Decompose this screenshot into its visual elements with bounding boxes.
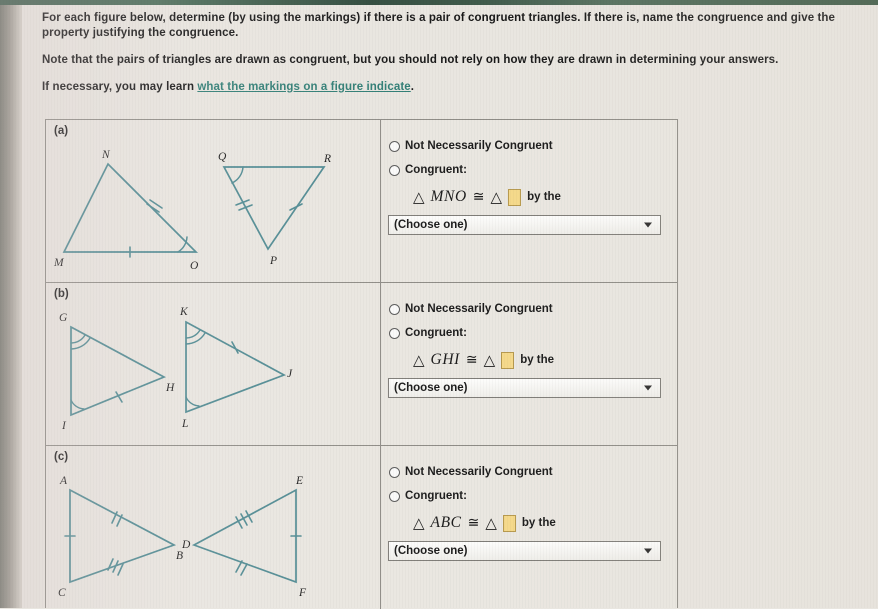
vertex-label-M: M xyxy=(53,257,65,269)
option-congruent-b[interactable]: Congruent: xyxy=(389,327,677,339)
figure-a-diagram: M N O Q R P xyxy=(53,149,331,272)
option-congruent-c[interactable]: Congruent: xyxy=(389,490,677,502)
vertex-label-F: F xyxy=(298,587,307,599)
congruence-statement-c: △ ABC ≅ △ by the xyxy=(413,514,677,532)
vertex-label-I: I xyxy=(61,420,67,432)
instruction-suffix: . xyxy=(410,81,415,93)
triangle-ghi-outline xyxy=(70,325,166,417)
figure-b-diagram: G H I K J L xyxy=(59,306,293,432)
by-the-label-c: by the xyxy=(521,517,556,529)
radio-not-congruent-c[interactable] xyxy=(389,466,400,478)
radio-congruent-c[interactable] xyxy=(389,490,400,502)
chevron-down-icon xyxy=(644,548,652,554)
window-left-strip xyxy=(0,0,22,608)
property-select-value-b: (Choose one) xyxy=(394,382,468,394)
property-select-c[interactable]: (Choose one) xyxy=(388,541,661,561)
vertex-label-L: L xyxy=(181,418,188,430)
vertex-label-A: A xyxy=(59,475,68,487)
instructions-block: For each figure below, determine (by usi… xyxy=(42,11,870,95)
congruence-statement-a: △ MNO ≅ △ by the xyxy=(413,188,677,206)
by-the-label-b: by the xyxy=(520,354,555,366)
vertex-label-R: R xyxy=(323,153,331,165)
option-label-not-congruent-a: Not Necessarily Congruent xyxy=(405,140,553,152)
triangle-glyph-right-a: △ xyxy=(490,187,503,206)
figure-c-diagram: A B C D E F xyxy=(58,475,307,599)
vertex-label-E: E xyxy=(295,475,303,487)
option-label-not-congruent-b: Not Necessarily Congruent xyxy=(405,303,553,315)
option-label-congruent-c: Congruent: xyxy=(405,490,467,502)
answer-cell-c: Not Necessarily Congruent Congruent: △ A… xyxy=(381,446,677,609)
vertex-label-K: K xyxy=(179,306,189,318)
triangle-abc-outline xyxy=(69,488,177,584)
triangle-name-input-a[interactable] xyxy=(508,188,522,206)
instruction-paragraph-2: Note that the pairs of triangles are dra… xyxy=(42,54,779,66)
congruent-glyph-a: ≅ xyxy=(472,189,485,205)
triangle-kjl-outline xyxy=(185,320,287,414)
option-label-congruent-a: Congruent: xyxy=(405,164,467,176)
vertex-label-O: O xyxy=(190,260,199,272)
instruction-paragraph-1: For each figure below, determine (by usi… xyxy=(42,12,836,39)
property-select-b[interactable]: (Choose one) xyxy=(388,378,661,398)
radio-congruent-a[interactable] xyxy=(389,164,400,176)
triangle-name-input-b[interactable] xyxy=(501,351,515,369)
option-label-congruent-b: Congruent: xyxy=(405,327,467,339)
option-not-congruent-c[interactable]: Not Necessarily Congruent xyxy=(389,466,677,478)
given-triangle-name-b: GHI xyxy=(430,351,460,368)
question-row-c: (c) A B C D E F Not Necessarily Congruen… xyxy=(46,446,677,609)
radio-not-congruent-b[interactable] xyxy=(389,303,400,315)
triangle-name-input-c[interactable] xyxy=(502,514,516,532)
vertex-label-J: J xyxy=(287,368,293,380)
question-row-a: (a) M N O Q R P Not Necessarily Congruen… xyxy=(46,120,677,283)
vertex-label-H: H xyxy=(165,382,175,394)
chevron-down-icon xyxy=(644,222,652,228)
triangle-mno-outline xyxy=(62,162,199,253)
option-not-congruent-a[interactable]: Not Necessarily Congruent xyxy=(389,140,677,152)
answer-cell-a: Not Necessarily Congruent Congruent: △ M… xyxy=(381,120,677,282)
answer-cell-b: Not Necessarily Congruent Congruent: △ G… xyxy=(381,283,677,445)
vertex-label-C: C xyxy=(58,587,66,599)
vertex-label-P: P xyxy=(269,255,277,267)
figure-cell-b: (b) G H I K J L xyxy=(46,283,381,445)
property-select-value-a: (Choose one) xyxy=(394,219,468,231)
vertex-label-G: G xyxy=(59,312,68,324)
questions-table: (a) M N O Q R P Not Necessarily Congruen… xyxy=(45,119,678,609)
option-not-congruent-b[interactable]: Not Necessarily Congruent xyxy=(389,303,677,315)
triangle-qrp-outline xyxy=(222,166,326,251)
by-the-label-a: by the xyxy=(527,191,561,203)
property-select-value-c: (Choose one) xyxy=(394,545,468,557)
window-top-strip xyxy=(0,0,878,5)
given-triangle-name-a: MNO xyxy=(430,188,467,205)
worksheet-page: For each figure below, determine (by usi… xyxy=(0,5,878,609)
triangle-glyph-left-b: △ xyxy=(413,350,425,369)
triangle-glyph-left-c: △ xyxy=(413,513,425,532)
triangle-glyph-right-c: △ xyxy=(485,513,497,532)
chevron-down-icon xyxy=(644,385,652,391)
markings-help-link[interactable]: what the markings on a figure indicate xyxy=(197,81,410,93)
given-triangle-name-c: ABC xyxy=(430,514,462,531)
figure-cell-a: (a) M N O Q R P xyxy=(46,120,381,282)
instruction-prefix: If necessary, you may learn xyxy=(42,81,198,93)
congruent-glyph-c: ≅ xyxy=(467,515,480,531)
figure-cell-c: (c) A B C D E F xyxy=(46,446,381,609)
vertex-label-Q: Q xyxy=(218,151,227,163)
vertex-label-D: D xyxy=(181,539,191,551)
option-congruent-a[interactable]: Congruent: xyxy=(389,164,677,176)
question-row-b: (b) G H I K J L Not Necessarily Congruen… xyxy=(46,283,677,446)
congruent-glyph-b: ≅ xyxy=(465,352,478,368)
vertex-label-N: N xyxy=(101,149,111,161)
triangle-glyph-left-a: △ xyxy=(413,187,425,206)
radio-not-congruent-a[interactable] xyxy=(389,140,400,152)
option-label-not-congruent-c: Not Necessarily Congruent xyxy=(405,466,553,478)
instruction-paragraph-3: If necessary, you may learn what the mar… xyxy=(42,80,870,95)
property-select-a[interactable]: (Choose one) xyxy=(388,215,661,235)
triangle-glyph-right-b: △ xyxy=(483,350,496,369)
vertex-label-B: B xyxy=(176,550,183,562)
radio-congruent-b[interactable] xyxy=(389,327,400,339)
congruence-statement-b: △ GHI ≅ △ by the xyxy=(413,351,677,369)
